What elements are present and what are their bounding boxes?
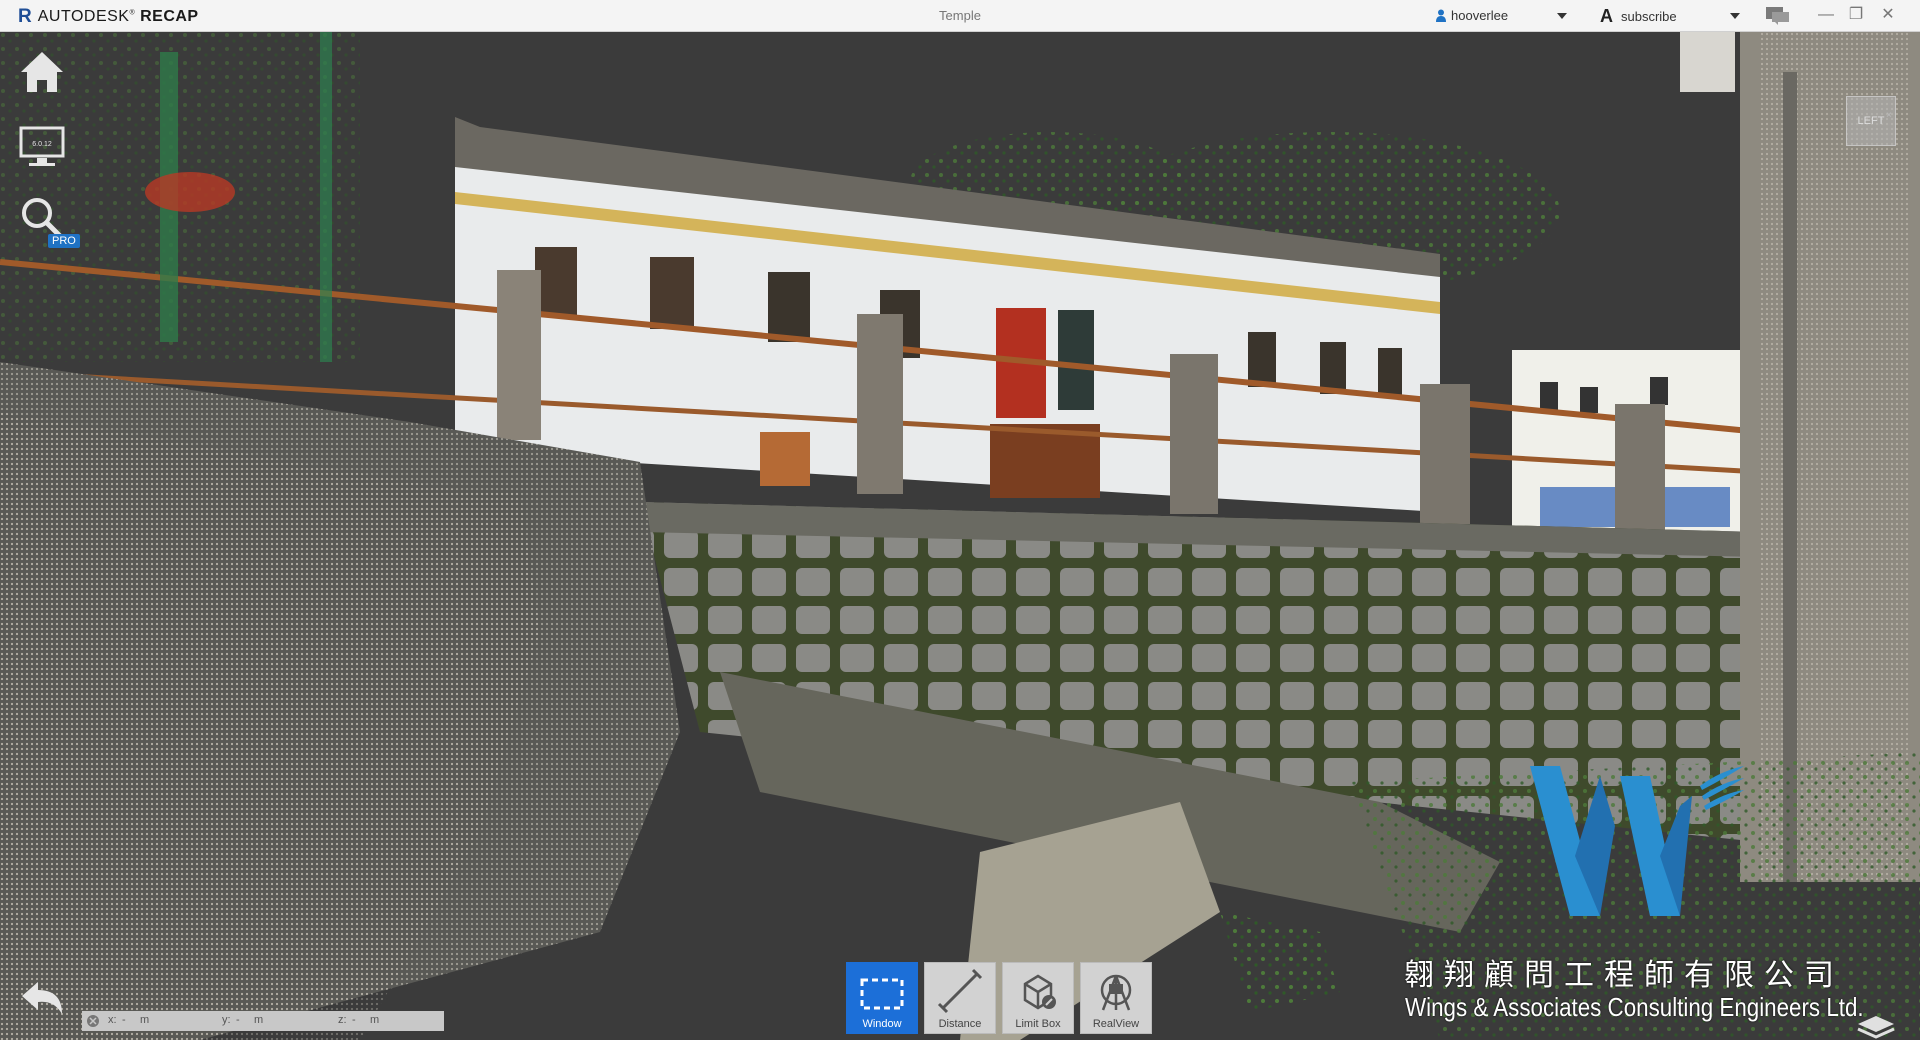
window-select-tool[interactable]: Window	[846, 962, 918, 1034]
x-unit: m	[140, 1014, 150, 1026]
layers-icon[interactable]	[1856, 1014, 1896, 1040]
back-button[interactable]	[16, 972, 68, 1024]
viewcube[interactable]: LEFT	[1846, 96, 1896, 146]
close-icon[interactable]: ✕	[1877, 5, 1899, 25]
realview-tool-label: RealView	[1092, 1018, 1140, 1030]
coordinate-system-icon[interactable]	[86, 1014, 100, 1028]
limit-box-tool[interactable]: Limit Box	[1002, 962, 1074, 1034]
x-label: x:	[108, 1014, 117, 1026]
z-label: z:	[338, 1014, 347, 1026]
minimize-icon[interactable]: —	[1815, 5, 1837, 25]
distance-tool[interactable]: Distance	[924, 962, 996, 1034]
z-value: -	[352, 1014, 356, 1026]
realview-icon	[1100, 974, 1132, 1011]
window-tool-label: Window	[862, 1018, 902, 1030]
user-menu[interactable]: hooverlee	[1436, 8, 1508, 23]
y-label: y:	[222, 1014, 231, 1026]
user-icon	[1436, 9, 1446, 22]
distance-tool-label: Distance	[938, 1018, 982, 1030]
subscribe-menu[interactable]: A subscribe	[1600, 6, 1677, 27]
home-icon	[21, 52, 63, 92]
viewcube-face-label: LEFT	[1857, 115, 1885, 127]
watermark-english: Wings & Associates Consulting Engineers …	[1405, 992, 1864, 1022]
realview-tool[interactable]: RealView	[1080, 962, 1152, 1034]
pro-badge: PRO	[48, 234, 80, 248]
restore-icon[interactable]: ❐	[1845, 5, 1867, 25]
x-value: -	[122, 1014, 126, 1026]
chat-icon[interactable]	[1766, 7, 1790, 25]
coordinates-readout: x: - m y: - m z: - m	[82, 1011, 444, 1031]
title-bar: R AUTODESK® RECAP Temple hooverlee A sub…	[0, 0, 1920, 32]
back-arrow-icon	[22, 982, 62, 1014]
window-select-icon	[860, 978, 904, 1010]
username-label: hooverlee	[1451, 8, 1509, 23]
y-value: -	[236, 1014, 240, 1026]
subscribe-label: subscribe	[1621, 9, 1677, 24]
wings-logo	[1530, 766, 1744, 916]
user-menu-chevron-down-icon[interactable]	[1557, 13, 1567, 19]
limit-box-tool-label: Limit Box	[1015, 1018, 1061, 1030]
viewcube-close-icon[interactable]: ×	[1886, 110, 1892, 121]
bottom-toolbar: Window Distance Limit Box RealView	[846, 962, 1152, 1034]
y-unit: m	[254, 1014, 264, 1026]
home-button[interactable]	[16, 46, 68, 98]
monitor-icon: 6.0.12	[19, 126, 65, 166]
display-version-text: 6.0.12	[32, 141, 52, 148]
distance-icon	[937, 968, 983, 1014]
point-cloud-viewport[interactable]: 6.0.12 PRO LEFT × 翱翔顧問工程師有限公司 Wings & As…	[0, 32, 1920, 1040]
z-unit: m	[370, 1014, 380, 1026]
autodesk-a-icon: A	[1600, 6, 1613, 26]
limit-box-icon	[1023, 974, 1056, 1010]
watermark-chinese: 翱翔顧問工程師有限公司	[1404, 958, 1844, 993]
subscribe-chevron-down-icon[interactable]	[1730, 13, 1740, 19]
display-settings-button[interactable]: 6.0.12	[16, 120, 68, 172]
